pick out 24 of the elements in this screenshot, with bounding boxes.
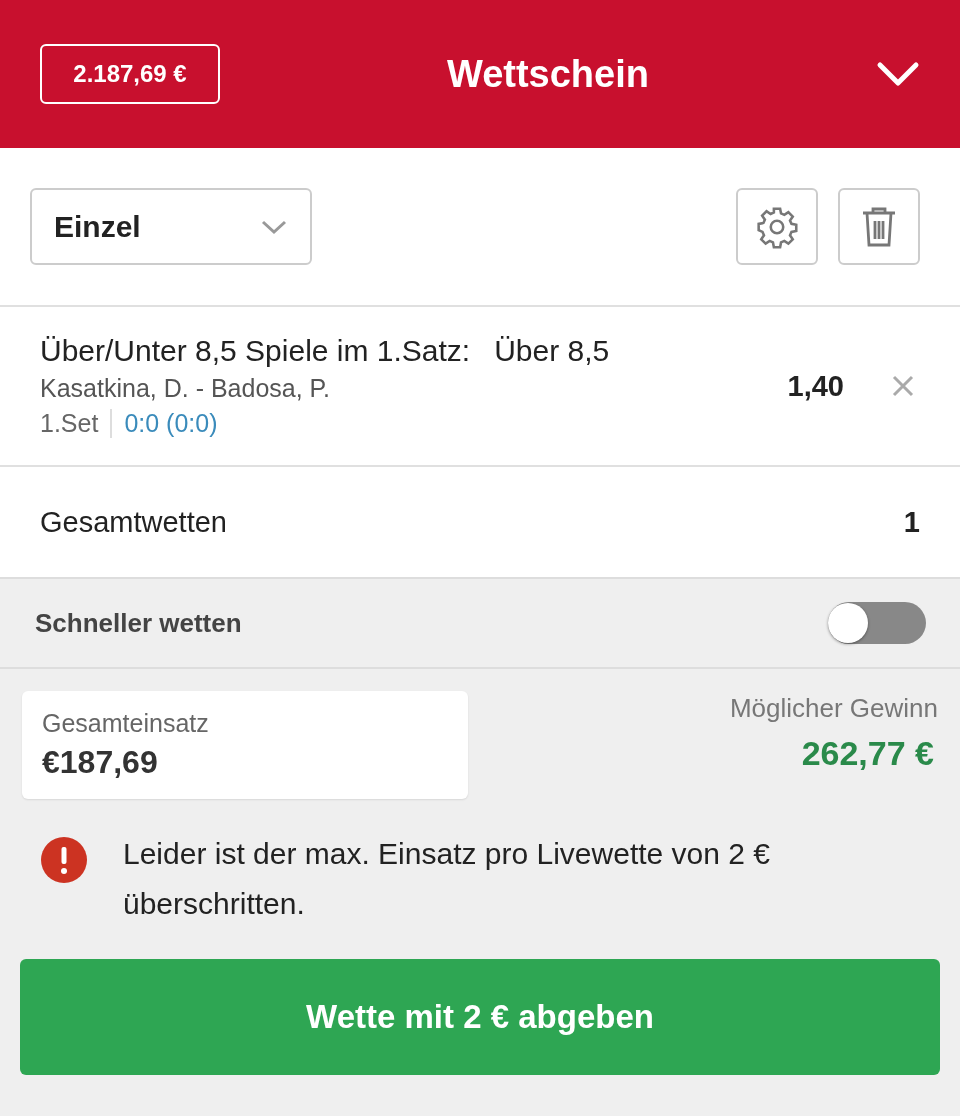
close-icon[interactable]: [892, 375, 914, 397]
live-score: 0:0 (0:0): [123, 409, 218, 438]
winnings-value: 262,77 €: [801, 734, 934, 773]
warning-icon: [41, 837, 87, 883]
balance-badge: 2.187,69 €: [40, 44, 220, 104]
market-name: Über/Unter 8,5 Spiele im 1.Satz:: [40, 334, 471, 368]
quick-bet-label: Schneller wetten: [35, 607, 242, 639]
chevron-down-icon[interactable]: [876, 59, 920, 89]
bet-type-dropdown[interactable]: Einzel: [30, 188, 312, 265]
total-bets-label: Gesamtwetten: [40, 505, 227, 539]
gear-icon: [755, 204, 799, 249]
period-label: 1.Set: [40, 409, 113, 438]
stake-field[interactable]: Gesamteinsatz €187,69: [22, 691, 468, 799]
settings-button[interactable]: [736, 188, 818, 265]
quick-bet-toggle[interactable]: [828, 602, 926, 644]
winnings-label: Möglicher Gewinn: [729, 693, 938, 724]
delete-button[interactable]: [838, 188, 920, 265]
total-bets-count: 1: [903, 505, 920, 539]
odds-value: 1,40: [787, 369, 844, 403]
pick-name: Über 8,5: [494, 334, 610, 368]
event-name: Kasatkina, D. - Badosa, P.: [40, 374, 331, 403]
slip-title: Wettschein: [447, 52, 649, 96]
caret-icon: [260, 218, 288, 235]
warning-message: Leider ist der max. Einsatz pro Livewette von 2 € überschritten.: [123, 836, 771, 922]
